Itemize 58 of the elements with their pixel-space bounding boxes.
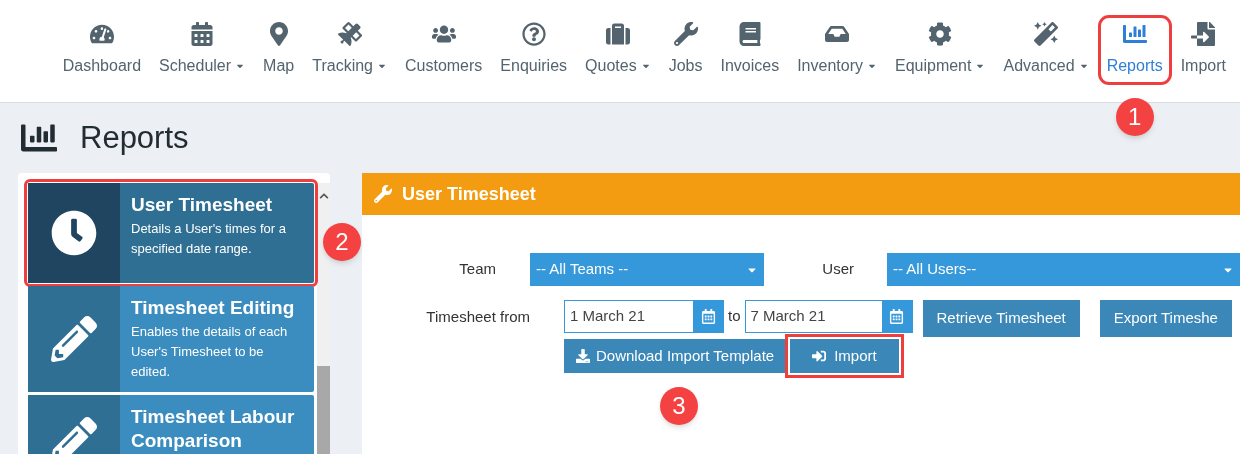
callout-number: 3 [660,387,698,425]
download-template-button[interactable]: Download Import Template [564,339,787,373]
question-icon [521,22,546,46]
magic-wand-icon [1034,22,1059,46]
calendar-icon[interactable] [889,309,904,324]
date-field[interactable]: 7 March 21 [744,300,913,333]
settings-icon [928,22,953,46]
wrench-icon [374,185,392,203]
nav-item[interactable]: Enquiries [498,22,570,78]
import-icon [1191,22,1216,46]
nav-item[interactable]: Equipment [892,22,988,78]
nav-item[interactable]: Customers [403,22,485,78]
pencil-icon [51,316,97,362]
field-label: Team [458,259,497,280]
nav-item[interactable]: Quotes [583,22,653,78]
date-field[interactable]: 1 March 21 [564,300,724,333]
report-card[interactable]: Timesheet Labour Comparison [28,395,314,454]
nav-item[interactable]: Inventory [795,22,879,78]
calendar-icon[interactable] [700,309,716,324]
nav-item[interactable]: Reports [1104,22,1165,78]
satellite-icon [337,22,362,46]
wrench-icon [673,22,698,46]
report-title: Timesheet Labour Comparison [131,405,296,453]
report-description: Details a User's times for a specified date range. [131,220,287,258]
scrollbar-thumb[interactable] [317,366,330,454]
pencil-icon [51,417,97,454]
action-button[interactable]: Retrieve Timesheet [922,300,1080,337]
nav-item[interactable]: Scheduler [157,22,248,78]
nav-item[interactable]: Import [1178,22,1228,78]
page-title: Reports [80,118,189,157]
book-icon [737,22,762,46]
range-separator: to [727,306,742,327]
clock-icon [51,210,97,256]
nav-item[interactable]: Dashboard [60,22,144,78]
action-button[interactable]: Export Timeshe [1099,300,1232,337]
field-label: User [821,259,855,280]
gauge-icon [89,22,114,46]
calendar-icon [190,22,215,46]
callout-number: 1 [1115,98,1154,136]
nav-item[interactable]: Advanced [1001,22,1091,78]
report-title: Timesheet Editing [131,296,296,320]
field-label: Timesheet from [425,307,531,327]
download-icon [576,349,590,363]
nav-item[interactable]: Map [261,22,297,78]
scroll-up-icon[interactable] [318,191,329,201]
nav-item[interactable]: Tracking [310,22,389,78]
report-description: Enables the details of each User's Timesheet to be edited. [131,323,289,381]
team-select[interactable]: -- All Teams -- [530,253,764,286]
nav-item[interactable]: Jobs [666,22,705,78]
report-title: User Timesheet [131,193,274,217]
report-card[interactable]: Timesheet Editing Enables the details of each User's Timesheet to be edited. [28,286,314,392]
panel-title: User Timesheet [402,182,536,206]
user-select[interactable]: -- All Users-- [887,253,1240,286]
bar-chart-icon [1122,22,1147,46]
callout-number: 2 [323,223,361,261]
briefcase-icon [605,22,630,46]
nav-item[interactable]: Invoices [718,22,782,78]
sign-in-icon [812,349,827,363]
